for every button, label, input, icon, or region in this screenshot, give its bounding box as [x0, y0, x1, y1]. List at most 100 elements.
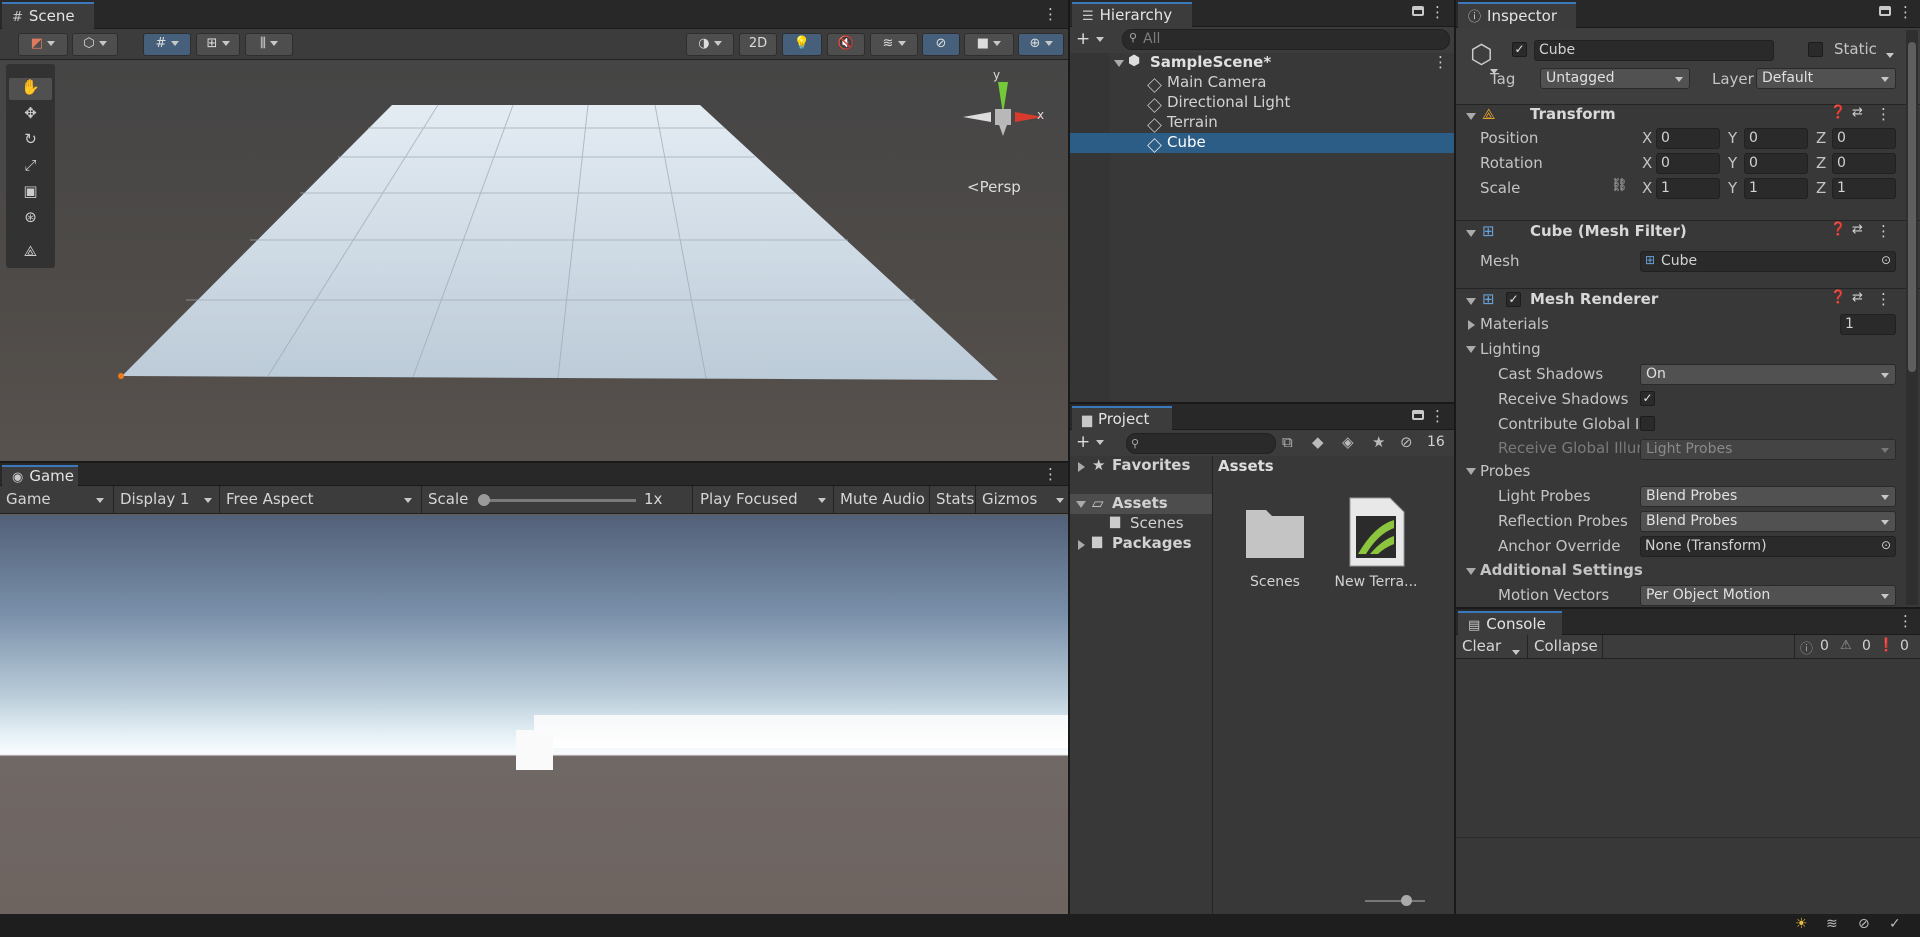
- position-z-field[interactable]: 0: [1832, 128, 1896, 149]
- hierarchy-menu-icon[interactable]: ⋮: [1430, 3, 1445, 21]
- tab-game[interactable]: ◉ Game: [2, 465, 78, 486]
- mesh-renderer-enabled-checkbox[interactable]: ✓: [1506, 292, 1521, 307]
- materials-count-field[interactable]: 1: [1840, 314, 1896, 335]
- scale-tool-icon[interactable]: ⤢: [9, 156, 52, 178]
- scale-z-field[interactable]: 1: [1832, 178, 1896, 199]
- lighting-progress-icon[interactable]: ☀: [1795, 916, 1808, 932]
- anchor-override-field[interactable]: None (Transform) ⊙: [1640, 536, 1896, 557]
- scene-viewport[interactable]: ✋ ✥ ↻ ⤢ ▣ ⊛ ⟁ y x <Persp: [0, 60, 1068, 461]
- hierarchy-item-selected[interactable]: Cube: [1070, 133, 1454, 153]
- hidden-packages-icon[interactable]: ⊘: [1400, 433, 1413, 451]
- toggle-2d-button[interactable]: 2D: [739, 33, 777, 56]
- tree-packages[interactable]: Packages: [1112, 534, 1192, 552]
- hierarchy-search-input[interactable]: ⚲ All: [1122, 29, 1450, 50]
- reflection-probes-dropdown[interactable]: Blend Probes: [1640, 511, 1896, 532]
- mesh-renderer-title[interactable]: Mesh Renderer: [1530, 290, 1658, 308]
- preset-icon[interactable]: ⇄: [1852, 105, 1863, 120]
- grid-snap-toggle[interactable]: #: [143, 33, 191, 56]
- lock-icon[interactable]: [1412, 6, 1424, 16]
- additional-settings-foldout[interactable]: Additional Settings: [1480, 561, 1643, 579]
- error-count-toggle[interactable]: 0: [1900, 638, 1909, 654]
- debug-mode-icon[interactable]: ⊘: [1858, 916, 1870, 932]
- help-icon[interactable]: ❓: [1830, 105, 1846, 120]
- move-tool-icon[interactable]: ✥: [9, 104, 52, 126]
- grid-visibility-dropdown[interactable]: ⊞: [196, 33, 240, 56]
- light-probes-dropdown[interactable]: Blend Probes: [1640, 486, 1896, 507]
- layer-dropdown[interactable]: Default: [1756, 68, 1896, 89]
- scale-y-field[interactable]: 1: [1744, 178, 1808, 199]
- static-dropdown-icon[interactable]: [1886, 46, 1894, 64]
- inspector-menu-icon[interactable]: ⋮: [1898, 3, 1913, 21]
- persp-label[interactable]: <Persp: [967, 178, 1021, 196]
- tab-inspector[interactable]: ⓘ Inspector: [1458, 2, 1576, 28]
- orientation-gizmo[interactable]: y x: [955, 68, 1045, 164]
- scale-slider-handle[interactable]: [478, 494, 490, 506]
- position-y-field[interactable]: 0: [1744, 128, 1808, 149]
- rotation-x-field[interactable]: 0: [1656, 153, 1720, 174]
- inspector-scrollbar[interactable]: [1906, 30, 1918, 605]
- scale-x-field[interactable]: 1: [1656, 178, 1720, 199]
- scene-row[interactable]: ⬢ SampleScene* ⋮: [1070, 53, 1454, 73]
- lock-icon[interactable]: [1412, 410, 1424, 420]
- tab-hierarchy[interactable]: ☰ Hierarchy: [1072, 2, 1192, 27]
- object-picker-icon[interactable]: ⊙: [1881, 253, 1891, 267]
- project-menu-icon[interactable]: ⋮: [1430, 407, 1445, 425]
- favorite-star-icon[interactable]: ★: [1372, 433, 1385, 451]
- render-mode-dropdown[interactable]: ⬡: [72, 33, 118, 56]
- asset-terrain[interactable]: New Terra...: [1328, 496, 1424, 590]
- tree-scenes[interactable]: Scenes: [1130, 514, 1184, 532]
- filter-type-icon[interactable]: ◆: [1312, 433, 1324, 451]
- rect-tool-icon[interactable]: ▣: [9, 182, 52, 204]
- static-checkbox[interactable]: [1808, 42, 1823, 57]
- hierarchy-item[interactable]: Terrain: [1070, 113, 1454, 133]
- increment-snap-dropdown[interactable]: ⫼: [245, 33, 293, 56]
- lighting-foldout[interactable]: Lighting: [1480, 340, 1541, 358]
- project-search-input[interactable]: ⚲: [1126, 433, 1276, 454]
- lighting-toggle[interactable]: 💡: [782, 33, 822, 56]
- draw-mode-dropdown[interactable]: ◩: [18, 33, 68, 56]
- position-x-field[interactable]: 0: [1656, 128, 1720, 149]
- audio-toggle[interactable]: 🔇: [827, 33, 865, 56]
- help-icon[interactable]: ❓: [1830, 222, 1846, 237]
- scale-slider[interactable]: [478, 494, 636, 506]
- filter-label-icon[interactable]: ◈: [1342, 433, 1354, 451]
- object-picker-icon[interactable]: ⊙: [1881, 538, 1891, 552]
- camera-dropdown[interactable]: ■: [964, 33, 1014, 56]
- component-menu-icon[interactable]: ⋮: [1876, 222, 1891, 240]
- motion-vectors-dropdown[interactable]: Per Object Motion: [1640, 585, 1896, 606]
- create-asset-button[interactable]: +: [1076, 432, 1104, 452]
- clear-button[interactable]: Clear: [1456, 636, 1507, 657]
- receive-shadows-checkbox[interactable]: ✓: [1640, 391, 1655, 406]
- constrain-proportions-icon[interactable]: ⛓: [1611, 178, 1628, 193]
- probes-foldout[interactable]: Probes: [1480, 462, 1530, 480]
- tab-console[interactable]: ▤ Console: [1458, 611, 1562, 635]
- warn-count-toggle[interactable]: 0: [1862, 638, 1871, 654]
- effects-dropdown[interactable]: ≋: [870, 33, 918, 56]
- search-window-icon[interactable]: ⧉: [1282, 433, 1293, 451]
- component-menu-icon[interactable]: ⋮: [1876, 290, 1891, 308]
- component-menu-icon[interactable]: ⋮: [1876, 105, 1891, 123]
- check-status-icon[interactable]: ✓: [1889, 916, 1901, 932]
- stats-toggle[interactable]: Stats: [930, 489, 980, 510]
- hand-tool-icon[interactable]: ✋: [9, 78, 52, 100]
- tree-assets-row[interactable]: ▱ Assets: [1070, 494, 1212, 514]
- scrollbar-thumb[interactable]: [1908, 42, 1916, 372]
- game-viewport[interactable]: [0, 515, 1068, 914]
- rotation-z-field[interactable]: 0: [1832, 153, 1896, 174]
- cast-shadows-dropdown[interactable]: On: [1640, 364, 1896, 385]
- gizmos-dropdown[interactable]: ⊕: [1018, 33, 1064, 56]
- project-breadcrumb[interactable]: Assets: [1218, 457, 1274, 475]
- console-menu-icon[interactable]: ⋮: [1898, 612, 1913, 630]
- tag-dropdown[interactable]: Untagged: [1540, 68, 1690, 89]
- clear-options-dropdown[interactable]: [1512, 643, 1520, 661]
- transform-tool-icon[interactable]: ⊛: [9, 208, 52, 230]
- tab-scene[interactable]: # Scene: [2, 2, 94, 29]
- active-checkbox[interactable]: ✓: [1512, 42, 1527, 57]
- asset-scenes[interactable]: Scenes: [1235, 502, 1315, 590]
- tab-project[interactable]: ▆ Project: [1072, 406, 1172, 430]
- help-icon[interactable]: ❓: [1830, 290, 1846, 305]
- scene-menu-icon[interactable]: ⋮: [1433, 53, 1448, 71]
- scene-menu-icon[interactable]: ⋮: [1043, 5, 1058, 23]
- object-name-input[interactable]: Cube: [1534, 40, 1774, 61]
- rotate-tool-icon[interactable]: ↻: [9, 130, 52, 152]
